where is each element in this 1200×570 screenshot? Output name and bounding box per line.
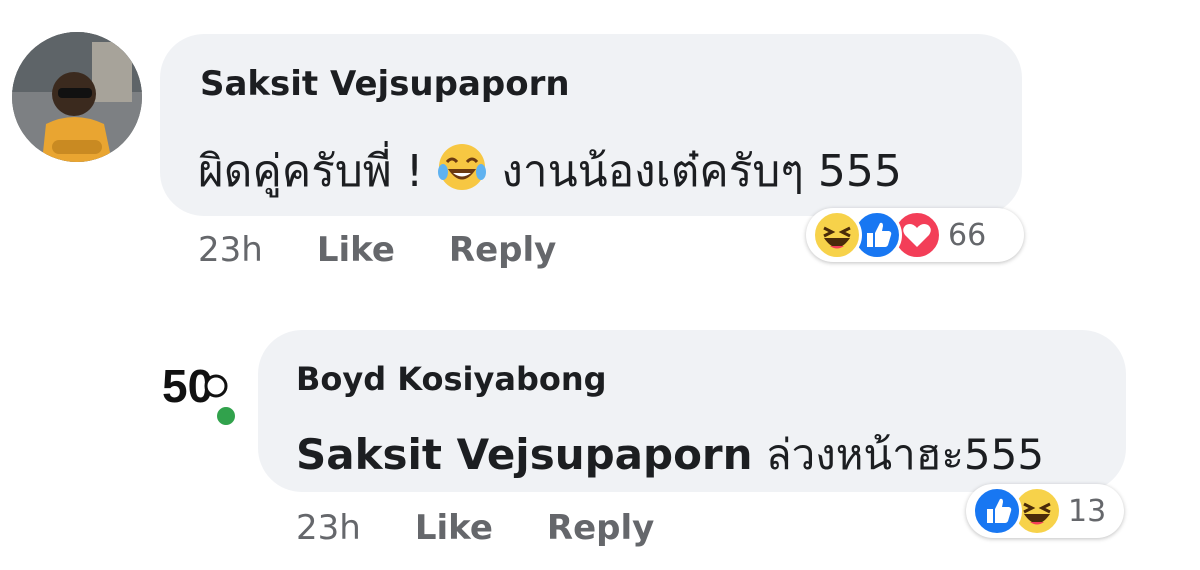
avatar-photo bbox=[12, 32, 142, 162]
haha-reaction-icon bbox=[812, 210, 862, 260]
like-button-1[interactable]: Like bbox=[317, 230, 395, 270]
laughing-tears-emoji-icon bbox=[437, 142, 487, 203]
reaction-count-2: 13 bbox=[1068, 493, 1107, 529]
like-button-2[interactable]: Like bbox=[415, 508, 493, 548]
comment-time-1[interactable]: 23h bbox=[198, 230, 263, 270]
comment-text-1: ผิดคู่ครับพี่ ! งานน้องเต๋ครับๆ 555 bbox=[198, 136, 902, 206]
comment-text-2: Saksit Vejsupaporn ล่วงหน้าฮะ555 bbox=[296, 422, 1044, 488]
reaction-count-1: 66 bbox=[948, 217, 987, 253]
reply-button-2[interactable]: Reply bbox=[547, 508, 654, 548]
comment-author-1[interactable]: Saksit Vejsupaporn bbox=[200, 64, 570, 104]
reaction-summary-2[interactable]: 13 bbox=[966, 484, 1124, 538]
online-status-indicator bbox=[214, 404, 238, 428]
comment-actions-2: 23h Like Reply bbox=[296, 508, 654, 548]
comment-text-1-part1: ผิดคู่ครับพี่ ! bbox=[198, 146, 438, 197]
comment-text-1-part2: งานน้องเต๋ครับๆ 555 bbox=[487, 146, 902, 197]
reply-button-1[interactable]: Reply bbox=[449, 230, 556, 270]
comment-text-2-body: ล่วงหน้าฮะ555 bbox=[752, 430, 1045, 479]
comment-author-2[interactable]: Boyd Kosiyabong bbox=[296, 360, 607, 398]
reaction-summary-1[interactable]: 66 bbox=[806, 208, 1024, 262]
avatar-saksit[interactable] bbox=[12, 32, 142, 162]
avatar-boyd[interactable]: 50 bbox=[158, 346, 240, 428]
mention-link[interactable]: Saksit Vejsupaporn bbox=[296, 430, 753, 479]
like-reaction-icon bbox=[972, 486, 1022, 536]
comment-time-2[interactable]: 23h bbox=[296, 508, 361, 548]
comment-actions-1: 23h Like Reply bbox=[198, 230, 556, 270]
